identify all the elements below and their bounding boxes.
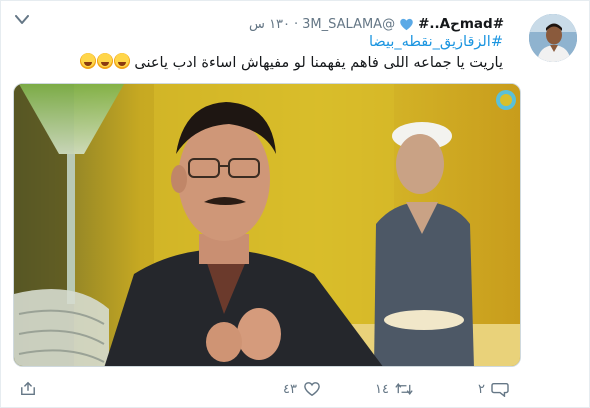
like-icon <box>304 382 320 397</box>
author-name[interactable]: #madحA..# <box>418 16 504 32</box>
tweet-hashtag[interactable]: #الزقازيق_نقطه_بيضا <box>369 34 503 50</box>
avatar[interactable] <box>529 14 577 62</box>
laughing-emoji-icon <box>79 53 96 69</box>
tweet-media-image[interactable] <box>13 83 521 367</box>
like-button[interactable]: ٤٣ <box>283 381 321 397</box>
tweet-timestamp[interactable]: ١٣٠ س <box>249 17 290 32</box>
retweet-count: ١٤ <box>375 381 389 397</box>
tweet-card[interactable]: #madحA..# @3M_SALAMA · ١٣٠ س #الزقازيق_ن… <box>0 0 590 408</box>
share-button[interactable] <box>19 381 37 397</box>
tweet-header: #madحA..# @3M_SALAMA · ١٣٠ س <box>249 14 504 34</box>
reply-button[interactable]: ٢ <box>478 381 509 397</box>
tweet-text-body: ياريت يا جماعه اللى فاهم يفهمنا لو مفيها… <box>134 55 503 71</box>
laughing-emoji-icon <box>96 53 113 69</box>
tweet-text: ياريت يا جماعه اللى فاهم يفهمنا لو مفيها… <box>79 53 503 71</box>
caret-down-icon[interactable] <box>15 15 29 25</box>
laughing-emoji-icon <box>113 53 130 69</box>
reply-count: ٢ <box>478 381 485 397</box>
retweet-button[interactable]: ١٤ <box>375 381 413 397</box>
author-handle[interactable]: @3M_SALAMA <box>302 17 395 32</box>
retweet-icon <box>395 383 413 395</box>
verified-badge-icon <box>400 18 413 30</box>
reply-icon <box>491 382 509 397</box>
tweet-actions: ٢ ١٤ ٤٣ <box>1 373 590 403</box>
share-icon <box>21 381 35 396</box>
header-separator: · <box>294 16 299 32</box>
like-count: ٤٣ <box>283 381 297 397</box>
